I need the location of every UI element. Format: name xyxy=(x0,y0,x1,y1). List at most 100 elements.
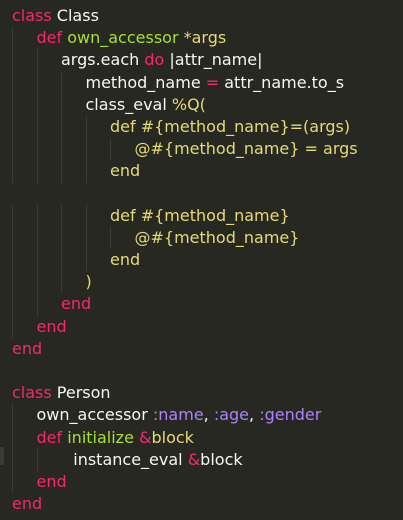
code-token: instance_eval xyxy=(73,449,188,469)
indent-guide xyxy=(12,426,13,449)
code-line-content: end xyxy=(12,493,42,515)
code-line-content: ) xyxy=(86,271,92,293)
code-token: end xyxy=(36,471,67,491)
indent-guide xyxy=(36,71,38,94)
code-line-content: class_eval %Q( xyxy=(86,94,206,116)
code-token: do xyxy=(144,50,165,70)
indent-guide xyxy=(85,160,87,183)
code-line-content: class Person xyxy=(12,382,111,404)
code-token: def #{method_name} xyxy=(110,205,290,225)
code-token: block xyxy=(151,427,194,447)
indent-guide xyxy=(85,138,87,161)
code-token: end xyxy=(110,161,141,181)
code-line-content: end xyxy=(37,316,67,338)
indent-guide xyxy=(12,93,13,116)
indent-guide xyxy=(61,71,62,94)
code-token: own_accessor xyxy=(62,28,184,48)
code-token: end xyxy=(36,316,67,336)
indent-guide xyxy=(61,93,62,116)
code-line-content: method_name = attr_name.to_s xyxy=(86,72,345,94)
gutter-current-line-marker xyxy=(0,447,4,465)
code-token: class xyxy=(12,383,52,403)
indent-guide xyxy=(61,138,62,161)
indent-guide xyxy=(36,49,38,72)
code-token: def #{method_name}=(args) xyxy=(110,116,351,136)
code-token: Person xyxy=(51,383,111,403)
indent-guide xyxy=(36,115,38,139)
code-token: initialize xyxy=(62,427,139,447)
code-token: end xyxy=(12,338,43,358)
indent-guide xyxy=(36,226,38,250)
code-token: %Q( xyxy=(171,94,206,114)
indent-guide xyxy=(61,204,62,227)
indent-guide xyxy=(85,204,87,227)
code-token: def xyxy=(36,28,63,48)
code-editor[interactable]: class Class def own_accessor *args args.ea… xyxy=(0,0,403,520)
code-token: block xyxy=(200,449,243,469)
code-token: end xyxy=(12,494,43,514)
code-line-content: def #{method_name} xyxy=(110,205,290,227)
code-token: :name xyxy=(152,405,204,425)
code-line-content: own_accessor :name, :age, :gender xyxy=(37,404,322,426)
indent-guide xyxy=(12,315,13,338)
indent-guide xyxy=(61,249,62,272)
code-token: class_eval xyxy=(85,94,172,114)
code-token: def xyxy=(36,427,63,447)
code-line-content: def own_accessor *args xyxy=(37,27,227,49)
indent-guide xyxy=(36,160,38,183)
code-token: ) xyxy=(85,272,92,292)
code-token: :age xyxy=(213,405,250,425)
indent-guide xyxy=(12,204,13,227)
code-line-content: end xyxy=(12,338,42,360)
code-token: class xyxy=(12,6,52,25)
code-line-content: @#{method_name} = args xyxy=(135,138,358,160)
indent-guide xyxy=(12,27,13,50)
code-token: own_accessor xyxy=(36,405,153,425)
indent-guide xyxy=(36,293,38,316)
code-line-content: end xyxy=(110,249,140,271)
indent-guide xyxy=(36,271,38,294)
code-token: & xyxy=(139,427,152,447)
code-line-content: def initialize &block xyxy=(37,427,194,449)
indent-guide xyxy=(12,115,13,139)
indent-guide xyxy=(61,271,62,294)
indent-guide xyxy=(12,138,13,161)
indent-guide xyxy=(85,115,87,139)
code-line-content: instance_eval &block xyxy=(73,449,242,471)
code-token: :gender xyxy=(259,405,322,425)
code-token: , xyxy=(203,405,214,425)
indent-guide xyxy=(12,160,13,183)
code-line-content: end xyxy=(37,471,67,493)
indent-guide xyxy=(12,404,13,427)
indent-guide xyxy=(12,271,13,294)
code-line-content: args.each do |attr_name| xyxy=(61,49,262,71)
indent-guide xyxy=(12,49,13,72)
indent-guide xyxy=(110,138,111,161)
code-line-content: @#{method_name} xyxy=(135,227,300,249)
indent-guide xyxy=(12,249,13,272)
code-token: = xyxy=(205,72,220,92)
indent-guide xyxy=(85,249,87,272)
indent-guide xyxy=(85,226,87,250)
indent-guide xyxy=(110,226,111,250)
indent-guide xyxy=(12,470,13,494)
indent-guide xyxy=(61,115,62,139)
code-token: args.each xyxy=(61,50,145,70)
code-line-content: end xyxy=(61,293,91,315)
indent-guide xyxy=(36,249,38,272)
code-token: method_name xyxy=(85,72,206,92)
code-line-content: class Class xyxy=(12,5,99,27)
indent-guide xyxy=(36,93,38,116)
indent-guide xyxy=(12,71,13,94)
indent-guide xyxy=(36,138,38,161)
indent-guide xyxy=(61,160,62,183)
code-token: |attr_name| xyxy=(164,50,263,70)
code-token: & xyxy=(187,449,201,469)
indent-guide xyxy=(36,448,38,471)
indent-guide xyxy=(12,226,13,250)
code-token: @#{method_name} xyxy=(134,227,300,247)
code-line-content: def #{method_name}=(args) xyxy=(110,116,350,138)
code-token: @#{method_name} = args xyxy=(134,139,358,159)
indent-guide xyxy=(36,204,38,227)
code-token: *args xyxy=(183,28,227,48)
